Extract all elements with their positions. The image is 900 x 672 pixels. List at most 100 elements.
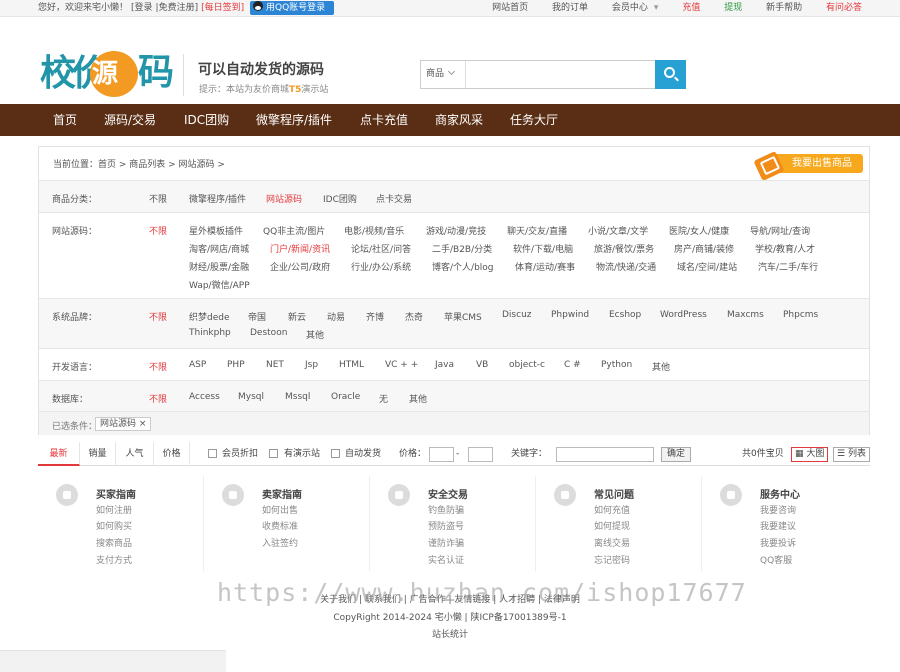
nav-idc[interactable]: IDC团购	[184, 104, 229, 136]
filter-option[interactable]: 企业/公司/政府	[270, 260, 330, 273]
price-min-input[interactable]	[429, 447, 454, 462]
site-home-link[interactable]: 网站首页	[492, 3, 528, 13]
sort-tab-newest[interactable]: 最新	[38, 442, 80, 466]
sort-tab-price[interactable]: 价格	[154, 442, 190, 466]
filter-option[interactable]: WordPress	[660, 310, 707, 320]
filter-option[interactable]: IDC团购	[323, 192, 357, 205]
filter-option[interactable]: 其他	[652, 360, 670, 373]
filter-option[interactable]: 小说/文章/文学	[588, 224, 648, 237]
recharge-link[interactable]: 充值	[682, 3, 700, 13]
filter-option[interactable]: 博客/个人/blog	[432, 260, 494, 273]
footer-link[interactable]: 如何购买	[96, 519, 132, 532]
filter-option[interactable]: 财经/股票/金融	[189, 260, 249, 273]
filter-option[interactable]: 其他	[409, 392, 427, 405]
filter-option[interactable]: HTML	[339, 360, 364, 370]
footer-link[interactable]: 预防盗号	[428, 519, 464, 532]
filter-option[interactable]: 电影/视频/音乐	[344, 224, 404, 237]
filter-option[interactable]: Maxcms	[727, 310, 764, 320]
filter-option[interactable]: 帝国	[248, 310, 266, 323]
filter-option[interactable]: 旅游/餐饮/票务	[594, 242, 654, 255]
filter-option[interactable]: 苹果CMS	[444, 310, 482, 323]
filter-option[interactable]: 二手/B2B/分类	[432, 242, 492, 255]
chosen-tag[interactable]: 网站源码 ×	[95, 417, 152, 431]
nav-card-recharge[interactable]: 点卡充值	[360, 104, 408, 136]
register-link[interactable]: |免费注册]	[156, 3, 199, 13]
filter-option[interactable]: 游戏/动漫/竞技	[426, 224, 486, 237]
big-view-button[interactable]: ▦ 大图	[791, 447, 829, 462]
nav-source-trade[interactable]: 源码/交易	[104, 104, 156, 136]
filter-option[interactable]: Discuz	[502, 310, 532, 320]
filter-option[interactable]: Mssql	[285, 392, 310, 402]
nav-merchants[interactable]: 商家风采	[435, 104, 483, 136]
filter-option[interactable]: 体育/运动/赛事	[515, 260, 575, 273]
filter-option[interactable]: Phpcms	[783, 310, 818, 320]
filter-option[interactable]: Phpwind	[551, 310, 589, 320]
list-view-button[interactable]: ☰ 列表	[833, 447, 870, 462]
filter-option[interactable]: Access	[189, 392, 220, 402]
filter-option[interactable]: Ecshop	[609, 310, 641, 320]
nav-home[interactable]: 首页	[53, 104, 77, 136]
filter-option[interactable]: Destoon	[250, 328, 287, 338]
sell-goods-button[interactable]: 我要出售商品	[753, 150, 863, 182]
filter-option[interactable]: 杰奇	[405, 310, 423, 323]
filter-option[interactable]: Oracle	[331, 392, 360, 402]
filter-option[interactable]: 导航/网址/查询	[750, 224, 810, 237]
filter-option[interactable]: object-c	[509, 360, 545, 370]
filter-option[interactable]: 无	[379, 392, 388, 405]
keyword-input[interactable]	[556, 447, 654, 462]
filter-option[interactable]: 不限	[149, 192, 167, 205]
filter-option[interactable]: 医院/女人/健康	[669, 224, 729, 237]
filter-option[interactable]: VC + +	[385, 360, 418, 370]
footer-link[interactable]: 如何充值	[594, 503, 630, 516]
filter-option[interactable]: 软件/下载/电脑	[513, 242, 573, 255]
footer-link[interactable]: 谨防诈骗	[428, 536, 464, 549]
filter-option[interactable]: 域名/空间/建站	[677, 260, 737, 273]
search-type-select[interactable]: 商品	[421, 61, 466, 88]
nav-weiqing[interactable]: 微擎程序/插件	[256, 104, 332, 136]
footer-link[interactable]: 收费标准	[262, 519, 298, 532]
qq-login-button[interactable]: 用QQ账号登录	[249, 1, 335, 15]
footer-link[interactable]: 离线交易	[594, 536, 630, 549]
footer-link[interactable]: 忘记密码	[594, 553, 630, 566]
daily-sign-link[interactable]: [每日签到]	[201, 3, 244, 13]
price-max-input[interactable]	[468, 447, 493, 462]
filter-option[interactable]: 门户/新闻/资讯	[270, 242, 330, 255]
filter-option[interactable]: NET	[266, 360, 284, 370]
member-discount-checkbox[interactable]	[208, 449, 217, 458]
filter-option[interactable]: 新云	[288, 310, 306, 323]
filter-option[interactable]: 论坛/社区/问答	[351, 242, 411, 255]
filter-option[interactable]: Jsp	[305, 360, 318, 370]
filter-option[interactable]: 行业/办公/系统	[351, 260, 411, 273]
site-logo[interactable]: 校价 源 码	[40, 49, 174, 99]
filter-option-selected[interactable]: 不限	[149, 392, 167, 405]
filter-option[interactable]: 淘客/网店/商城	[189, 242, 249, 255]
filter-option[interactable]: Thinkphp	[189, 328, 231, 338]
sort-tab-popularity[interactable]: 人气	[116, 442, 154, 466]
filter-option[interactable]: Java	[435, 360, 454, 370]
demo-site-checkbox[interactable]	[269, 449, 278, 458]
filter-option[interactable]: 物流/快递/交通	[596, 260, 656, 273]
auto-ship-checkbox[interactable]	[331, 449, 340, 458]
footer-link[interactable]: 我要建议	[760, 519, 796, 532]
footer-link[interactable]: 我要咨询	[760, 503, 796, 516]
filter-option-selected[interactable]: 不限	[149, 360, 167, 373]
footer-link[interactable]: 支付方式	[96, 553, 132, 566]
filter-option[interactable]: Mysql	[238, 392, 264, 402]
login-link[interactable]: [登录	[131, 3, 153, 13]
filter-option[interactable]: 汽车/二手/车行	[758, 260, 818, 273]
search-input[interactable]	[467, 61, 655, 88]
filter-option[interactable]: 微擎程序/插件	[189, 192, 246, 205]
filter-option[interactable]: ASP	[189, 360, 206, 370]
filter-option-selected[interactable]: 不限	[149, 224, 167, 237]
filter-option[interactable]: 星外模板插件	[189, 224, 243, 237]
filter-option-selected[interactable]: 网站源码	[266, 192, 302, 205]
filter-option-selected[interactable]: 不限	[149, 310, 167, 323]
footer-link[interactable]: 如何注册	[96, 503, 132, 516]
footer-link[interactable]: QQ客服	[760, 553, 792, 566]
search-button[interactable]	[655, 60, 686, 89]
withdraw-link[interactable]: 提现	[724, 3, 742, 13]
footer-link[interactable]: 我要投诉	[760, 536, 796, 549]
footer-link[interactable]: 钓鱼防骗	[428, 503, 464, 516]
filter-option[interactable]: 动易	[327, 310, 345, 323]
filter-option[interactable]: 其他	[306, 328, 324, 341]
